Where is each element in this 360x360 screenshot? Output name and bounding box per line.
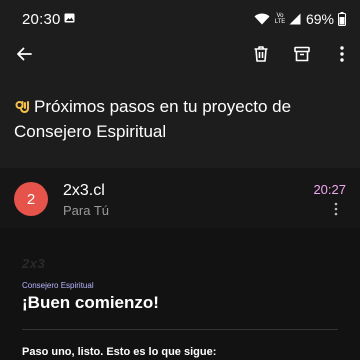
message-more-button[interactable] — [330, 201, 342, 217]
more-options-button[interactable] — [330, 42, 354, 66]
sender-name: 2x3.cl — [63, 182, 105, 199]
status-bar: 20:30 Vo LTE 69% — [0, 0, 360, 36]
email-screen: 20:30 Vo LTE 69% Próximos pasos en tu pr… — [0, 0, 360, 360]
more-vert-icon — [340, 46, 344, 62]
email-subject: Próximos pasos en tu proyecto de Conseje… — [14, 94, 344, 144]
image-notification-icon — [64, 13, 75, 23]
status-time: 20:30 — [22, 11, 61, 28]
battery-percent: 69% — [305, 11, 334, 27]
body-paragraph: Paso uno, listo. Esto es lo que sigue: — [22, 346, 217, 358]
archive-icon — [294, 46, 310, 62]
email-toolbar — [0, 36, 360, 72]
email-subject-header: Próximos pasos en tu proyecto de Conseje… — [0, 72, 360, 168]
email-time: 20:27 — [313, 182, 346, 197]
body-heading: ¡Buen comienzo! — [22, 293, 159, 312]
back-button[interactable] — [12, 42, 36, 66]
divider — [22, 329, 338, 330]
ok-hand-icon — [15, 101, 29, 113]
more-vert-icon — [334, 202, 338, 216]
brand-logo: 2x3 — [22, 256, 46, 271]
sender-row[interactable]: 2 2x3.cl Para Tú 20:27 — [0, 168, 360, 228]
trash-icon — [254, 46, 268, 62]
sender-avatar[interactable]: 2 — [14, 182, 48, 216]
recipient-line[interactable]: Para Tú — [63, 203, 109, 218]
delete-button[interactable] — [249, 42, 273, 66]
signal-icon — [289, 13, 301, 25]
email-subject-text: Próximos pasos en tu proyecto de Conseje… — [14, 97, 292, 141]
brand-eyebrow: Consejero Espiritual — [22, 281, 94, 290]
volte-indicator: Vo LTE — [274, 13, 286, 25]
back-arrow-icon — [17, 47, 32, 61]
battery-icon — [338, 12, 346, 26]
archive-button[interactable] — [290, 42, 314, 66]
email-body: 2x3 Consejero Espiritual ¡Buen comienzo!… — [0, 228, 360, 360]
wifi-icon — [254, 13, 270, 25]
status-indicators: Vo LTE 69% — [254, 10, 346, 28]
